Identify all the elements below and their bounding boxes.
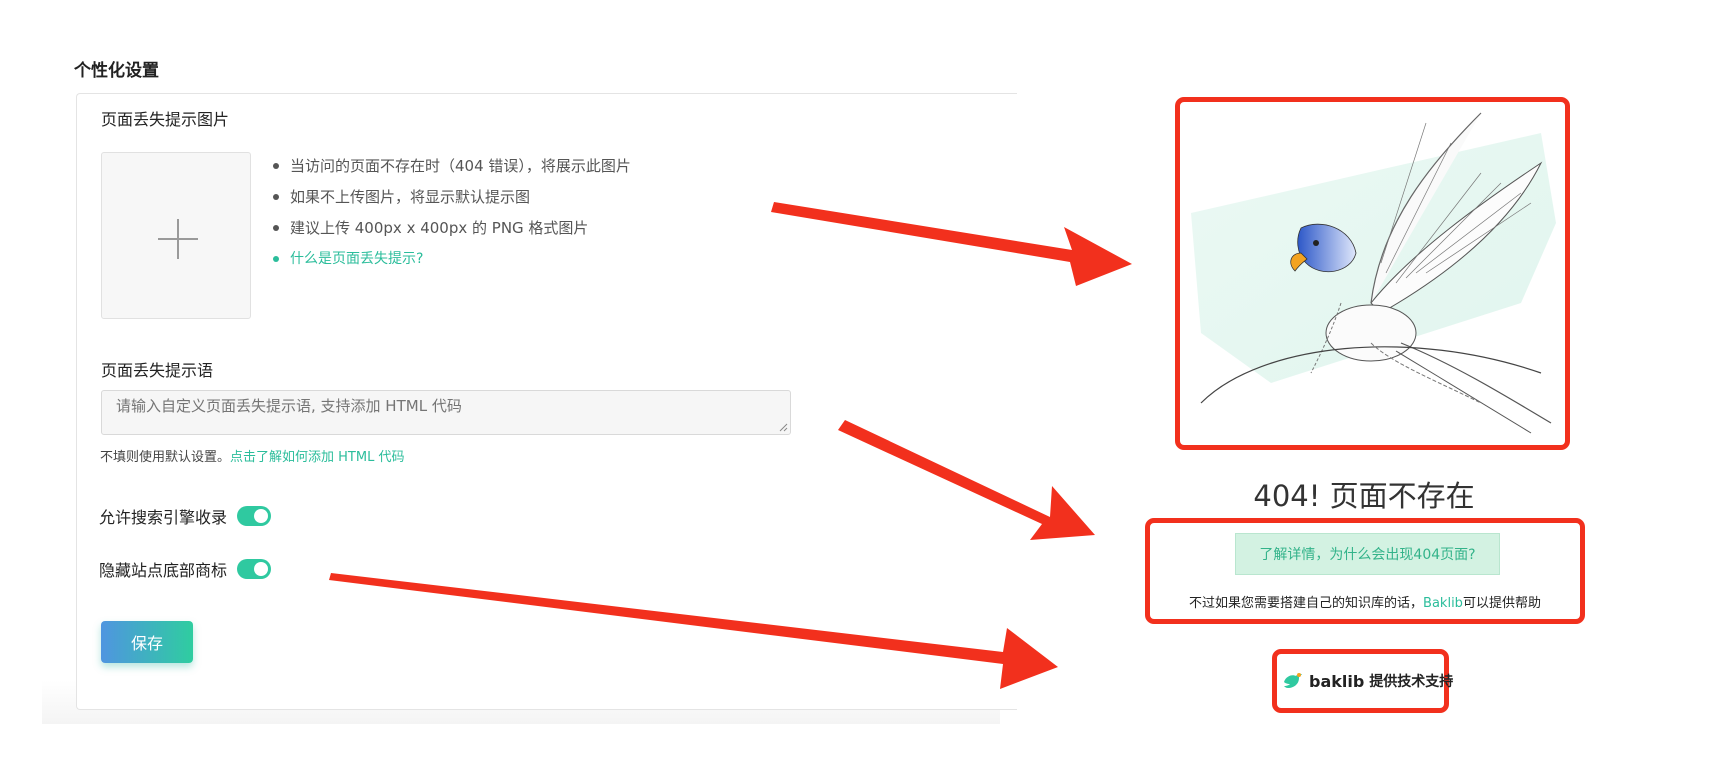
- parrot-illustration: [1191, 112, 1556, 434]
- powered-logo-text: baklib: [1309, 671, 1365, 691]
- powered-text: 提供技术支持: [1369, 674, 1454, 690]
- baklib-link[interactable]: Baklib: [1423, 596, 1463, 611]
- help-suffix: 可以提供帮助: [1462, 596, 1541, 611]
- help-text: 不过如果您需要搭建自己的知识库的话，Baklib可以提供帮助: [1150, 592, 1580, 611]
- arrow-to-footer: [329, 573, 1058, 689]
- arrow-to-message: [838, 420, 1095, 540]
- powered-by-badge[interactable]: baklib 提供技术支持: [1282, 670, 1453, 692]
- bird-logo-icon: [1284, 673, 1302, 688]
- help-prefix: 不过如果您需要搭建自己的知识库的话，: [1189, 596, 1424, 611]
- error-title: 404! 页面不存在: [1253, 479, 1475, 513]
- arrow-to-image: [771, 202, 1132, 286]
- learn-more-button[interactable]: 了解详情，为什么会出现404页面?: [1235, 533, 1500, 575]
